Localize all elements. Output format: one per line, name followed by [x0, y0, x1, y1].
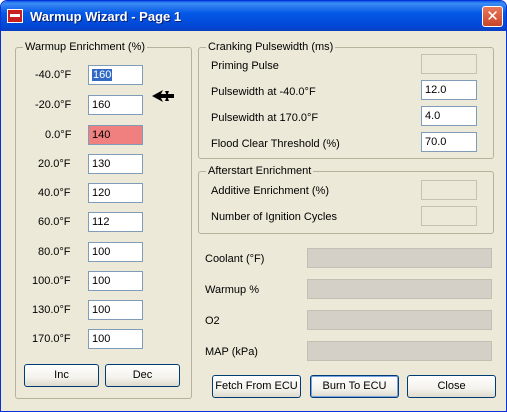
warmup-value-5[interactable]: 112 [88, 212, 143, 232]
ignition-cycles-label: Number of Ignition Cycles [211, 211, 337, 223]
warmup-value-8[interactable]: 100 [88, 300, 143, 320]
flood-clear-field[interactable]: 70.0 [421, 132, 477, 152]
pulsewidth-cold-field[interactable]: 12.0 [421, 80, 477, 100]
pulsewidth-hot-field[interactable]: 4.0 [421, 106, 477, 126]
current-row-arrow-icon [152, 90, 174, 102]
fetch-from-ecu-button[interactable]: Fetch From ECU [212, 375, 301, 398]
window-title: Warmup Wizard - Page 1 [30, 9, 182, 24]
warmup-row-label-1: -20.0°F [35, 99, 72, 111]
o2-bar [307, 310, 492, 330]
map-label: MAP (kPa) [205, 346, 258, 358]
close-window-button[interactable]: ✕ [482, 6, 503, 27]
app-icon [7, 9, 23, 23]
inc-button[interactable]: Inc [24, 364, 99, 387]
pulsewidth-cold-label: Pulsewidth at -40.0°F [211, 86, 316, 98]
coolant-bar [307, 248, 492, 268]
warmup-value-6[interactable]: 100 [88, 242, 143, 262]
map-bar [307, 341, 492, 361]
warmup-value-7[interactable]: 100 [88, 271, 143, 291]
warmup-value-9[interactable]: 100 [88, 329, 143, 349]
o2-label: O2 [205, 315, 220, 327]
dec-button[interactable]: Dec [105, 364, 180, 387]
warmup-row-label-6: 80.0°F [38, 246, 71, 258]
warmup-row-label-9: 170.0°F [32, 333, 71, 345]
warmup-row-label-4: 40.0°F [38, 187, 71, 199]
warmup-row-label-3: 20.0°F [38, 158, 71, 170]
warmup-wizard-window: Warmup Wizard - Page 1 ✕ Warmup Enrichme… [0, 0, 507, 412]
warmup-row-label-0: -40.0°F [35, 69, 72, 81]
warmup-value-2[interactable]: 140 [88, 125, 143, 145]
close-button[interactable]: Close [407, 375, 496, 398]
warmup-row-label-8: 130.0°F [32, 304, 71, 316]
warmup-row-label-7: 100.0°F [32, 275, 71, 287]
warmup-value-1[interactable]: 160 [88, 95, 143, 115]
burn-to-ecu-button[interactable]: Burn To ECU [310, 375, 399, 398]
afterstart-enrichment-legend: Afterstart Enrichment [206, 165, 314, 177]
priming-pulse-field[interactable] [421, 54, 477, 74]
ignition-cycles-field[interactable] [421, 206, 477, 226]
warmup-value-0[interactable]: 160 [88, 65, 143, 85]
warmup-enrichment-legend: Warmup Enrichment (%) [23, 41, 148, 53]
warmup-percent-bar [307, 279, 492, 299]
warmup-value-3[interactable]: 130 [88, 154, 143, 174]
title-bar[interactable]: Warmup Wizard - Page 1 ✕ [1, 1, 506, 31]
additive-enrichment-field[interactable] [421, 180, 477, 200]
coolant-label: Coolant (°F) [205, 253, 265, 265]
warmup-value-4[interactable]: 120 [88, 183, 143, 203]
warmup-row-label-5: 60.0°F [38, 216, 71, 228]
flood-clear-label: Flood Clear Threshold (%) [211, 138, 340, 150]
pulsewidth-hot-label: Pulsewidth at 170.0°F [211, 112, 319, 124]
warmup-percent-label: Warmup % [205, 284, 259, 296]
warmup-row-label-2: 0.0°F [45, 129, 72, 141]
additive-enrichment-label: Additive Enrichment (%) [211, 185, 329, 197]
priming-pulse-label: Priming Pulse [211, 60, 279, 72]
cranking-pulsewidth-legend: Cranking Pulsewidth (ms) [206, 41, 336, 53]
